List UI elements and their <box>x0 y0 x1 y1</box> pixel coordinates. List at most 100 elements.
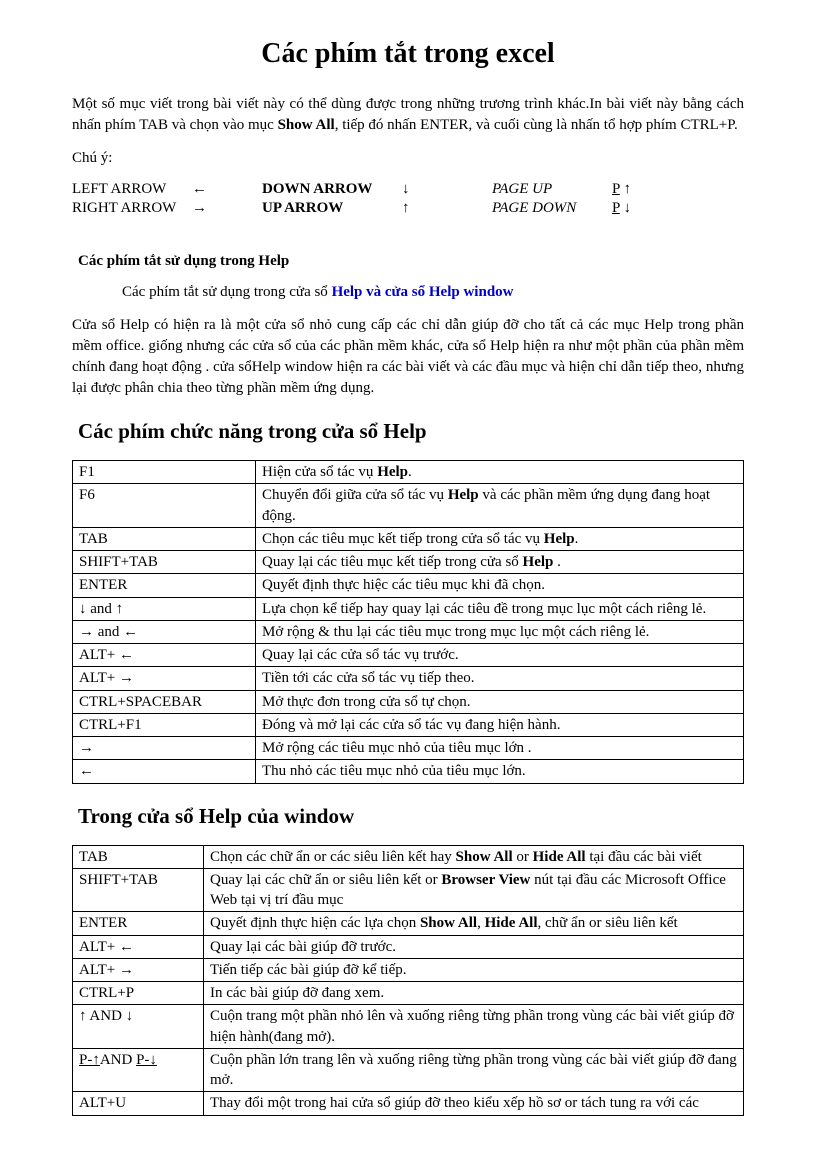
bold-showall: Show All <box>420 915 477 931</box>
page-down-p: P <box>612 200 620 216</box>
page-title: Các phím tắt trong excel <box>72 38 744 70</box>
left-arrow-icon: ← <box>192 181 262 198</box>
desc-cell: Chọn các chữ ẩn or các siêu liên kết hay… <box>204 845 744 868</box>
key-cell: → and ← <box>73 620 256 643</box>
desc-cell: Quay lại các chữ ẩn or siêu liên kết or … <box>204 868 744 912</box>
key-cell: TAB <box>73 845 204 868</box>
table-row: F1 Hiện cửa sổ tác vụ Help. <box>73 461 744 484</box>
table-row: TAB Chọn các chữ ẩn or các siêu liên kết… <box>73 845 744 868</box>
note-label: Chú ý: <box>72 150 744 167</box>
page-up-label: PAGE UP <box>492 181 612 198</box>
table-row: ALT+ ←Quay lại các cửa sổ tác vụ trước. <box>73 644 744 667</box>
desc-cell: Lựa chọn kể tiếp hay quay lại các tiêu đ… <box>256 597 744 620</box>
key-cell: F6 <box>73 484 256 528</box>
page-up-arrow-icon: ↑ <box>620 181 631 197</box>
page-down-arrow-icon: ↓ <box>620 200 631 216</box>
table-row: ENTER Quyết định thực hiện các lựa chọn … <box>73 912 744 935</box>
key-cell: P-↑AND P-↓ <box>73 1048 204 1092</box>
table-row: CTRL+SPACEBARMở thực đơn trong cửa sổ tự… <box>73 690 744 713</box>
key-cell: ALT+ ← <box>73 935 204 958</box>
desc-cell: In các bài giúp đỡ đang xem. <box>204 982 744 1005</box>
right-arrow-icon: → <box>192 200 262 217</box>
key-cell: SHIFT+TAB <box>73 868 204 912</box>
t: tại đầu các bài viết <box>586 849 702 865</box>
table-row: ALT+ →Tiền tới các cửa sổ tác vụ tiếp th… <box>73 667 744 690</box>
desc-cell: Quay lại các bài giúp đỡ trước. <box>204 935 744 958</box>
table-row: → and ←Mở rộng & thu lại các tiêu mục tr… <box>73 620 744 643</box>
key-cell: ↓ and ↑ <box>73 597 256 620</box>
help-description-para: Cửa sổ Help có hiện ra là một cửa sổ nhỏ… <box>72 315 744 399</box>
key-cell: CTRL+F1 <box>73 713 256 736</box>
function-keys-heading: Các phím chức năng trong cửa sổ Help <box>78 419 744 444</box>
down-arrow-icon: ↓ <box>402 181 492 198</box>
up-arrow-icon: ↑ <box>402 200 492 217</box>
key-cell: CTRL+SPACEBAR <box>73 690 256 713</box>
desc-cell: Cuộn trang một phần nhỏ lên và xuống riê… <box>204 1005 744 1049</box>
table-row: ALT+ ← Quay lại các bài giúp đỡ trước. <box>73 935 744 958</box>
desc-cell: Mở rộng & thu lại các tiêu mục trong mục… <box>256 620 744 643</box>
key-cell: ↑ AND ↓ <box>73 1005 204 1049</box>
desc-cell: Chọn các tiêu mục kết tiếp trong cửa sổ … <box>256 527 744 550</box>
up-arrow-label: UP ARROW <box>262 200 402 217</box>
bold-hideall: Hide All <box>485 915 538 931</box>
table-row: CTRL+F1Đóng và mở lại các cửa sổ tác vụ … <box>73 713 744 736</box>
intro-bold-showall: Show All <box>278 117 335 133</box>
desc-cell: Thay đổi một trong hai cửa sổ giúp đỡ th… <box>204 1092 744 1115</box>
desc-cell: Đóng và mở lại các cửa sổ tác vụ đang hi… <box>256 713 744 736</box>
desc-cell: Chuyển đổi giữa cửa sổ tác vụ Help và cá… <box>256 484 744 528</box>
table-row: SHIFT+TABQuay lại các tiêu mục kết tiếp … <box>73 551 744 574</box>
key-cell: → <box>73 737 256 760</box>
bold-showall: Show All <box>456 849 513 865</box>
page-up-key: P-↑ <box>79 1052 100 1068</box>
key-cell: ENTER <box>73 574 256 597</box>
desc-cell: Quay lại các tiêu mục kết tiếp trong cửa… <box>256 551 744 574</box>
table-row: ENTERQuyết định thực hiệc các tiêu mục k… <box>73 574 744 597</box>
function-keys-table: F1 Hiện cửa sổ tác vụ Help.F6Chuyển đổi … <box>72 460 744 784</box>
desc-cell: Tiền tới các cửa sổ tác vụ tiếp theo. <box>256 667 744 690</box>
key-cell: ← <box>73 760 256 783</box>
table-row: ↑ AND ↓ Cuộn trang một phần nhỏ lên và x… <box>73 1005 744 1049</box>
and-text: AND <box>100 1052 136 1068</box>
key-cell: ENTER <box>73 912 204 935</box>
t: , <box>477 915 485 931</box>
table-row: TAB Chọn các tiêu mục kết tiếp trong cửa… <box>73 527 744 550</box>
arrow-key-legend: LEFT ARROW ← DOWN ARROW ↓ PAGE UP P ↑ RI… <box>72 181 744 217</box>
page-up-p: P <box>612 181 620 197</box>
arrow-row-1: LEFT ARROW ← DOWN ARROW ↓ PAGE UP P ↑ <box>72 181 744 198</box>
table-row: ↓ and ↑Lựa chọn kể tiếp hay quay lại các… <box>73 597 744 620</box>
bold-hideall: Hide All <box>533 849 586 865</box>
table-row: CTRL+P In các bài giúp đỡ đang xem. <box>73 982 744 1005</box>
right-arrow-label: RIGHT ARROW <box>72 200 192 217</box>
table-row: →Mở rộng các tiêu mục nhỏ của tiêu mục l… <box>73 737 744 760</box>
key-cell: ALT+U <box>73 1092 204 1115</box>
key-cell: ALT+ → <box>73 667 256 690</box>
desc-cell: Quay lại các cửa sổ tác vụ trước. <box>256 644 744 667</box>
desc-cell: Tiến tiếp các bài giúp đỡ kể tiếp. <box>204 958 744 981</box>
desc-cell: Quyết định thực hiện các lựa chọn Show A… <box>204 912 744 935</box>
intro-paragraph: Một số mục viết trong bài viết này có th… <box>72 94 744 136</box>
table-row: P-↑AND P-↓ Cuộn phần lớn trang lên và xu… <box>73 1048 744 1092</box>
page-up-short: P ↑ <box>612 181 672 198</box>
t: Quyết định thực hiện các lựa chọn <box>210 915 420 931</box>
page-down-label: PAGE DOWN <box>492 200 612 217</box>
t: , chữ ẩn or siêu liên kết <box>538 915 678 931</box>
help-sub-text: Các phím tắt sử dụng trong cửa sổ <box>122 284 332 300</box>
help-sub-para: Các phím tắt sử dụng trong cửa sổ Help v… <box>122 284 744 301</box>
key-cell: F1 <box>73 461 256 484</box>
key-cell: ALT+ → <box>73 958 204 981</box>
key-cell: SHIFT+TAB <box>73 551 256 574</box>
desc-cell: Mở rộng các tiêu mục nhỏ của tiêu mục lớ… <box>256 737 744 760</box>
bold-browserview: Browser View <box>441 872 530 888</box>
down-arrow-label: DOWN ARROW <box>262 181 402 198</box>
help-window-heading: Trong cửa sổ Help của window <box>78 804 744 829</box>
key-cell: TAB <box>73 527 256 550</box>
t: Chọn các chữ ẩn or các siêu liên kết hay <box>210 849 456 865</box>
help-window-table: TAB Chọn các chữ ẩn or các siêu liên kết… <box>72 845 744 1116</box>
key-cell: CTRL+P <box>73 982 204 1005</box>
page-down-key: P-↓ <box>136 1052 157 1068</box>
desc-cell: Mở thực đơn trong cửa sổ tự chọn. <box>256 690 744 713</box>
desc-cell: Thu nhỏ các tiêu mục nhỏ của tiêu mục lớ… <box>256 760 744 783</box>
help-shortcuts-heading: Các phím tắt sử dụng trong Help <box>78 253 744 270</box>
help-window-link[interactable]: Help và cửa sổ Help window <box>332 284 514 300</box>
t: Quay lại các chữ ẩn or siêu liên kết or <box>210 872 441 888</box>
